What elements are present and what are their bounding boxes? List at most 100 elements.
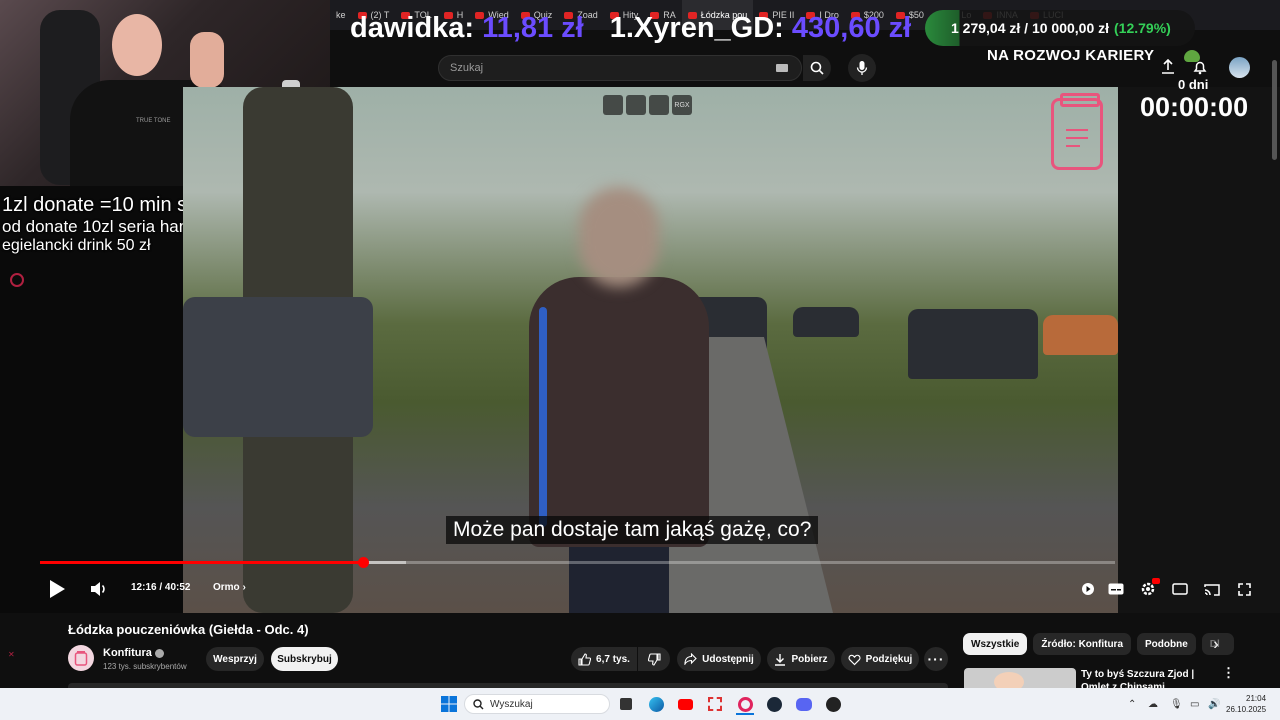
onedrive-icon[interactable]: ☁ — [1148, 699, 1158, 710]
channel-name[interactable]: Konfitura — [103, 647, 164, 659]
steam-icon[interactable] — [765, 695, 783, 713]
browser-tab[interactable]: ke — [330, 0, 352, 30]
more-icon: ··· — [927, 651, 945, 667]
chip-similar[interactable]: Podobne — [1137, 633, 1196, 655]
pepe-emote — [1184, 50, 1200, 62]
goal-text: 1 279,04 zł / 10 000,00 zł — [951, 20, 1110, 36]
parked-car — [908, 309, 1038, 379]
chevron-right-icon[interactable]: › — [1208, 636, 1224, 653]
cast-button[interactable] — [1203, 581, 1221, 597]
shirt-print: TRUE TONE — [136, 118, 171, 124]
clock-time: 21:04 — [1246, 694, 1267, 703]
video-progress-bar[interactable] — [40, 557, 1115, 568]
cast-icon — [1204, 583, 1220, 596]
settings-icon[interactable] — [10, 273, 24, 287]
subscribe-label: Subskrybuj — [277, 653, 332, 665]
share-label: Udostępnij — [702, 653, 754, 665]
donor-name: dawidka: — [350, 11, 475, 44]
share-button[interactable]: Udostępnij — [677, 647, 761, 671]
taskbar-search[interactable]: Wyszukaj — [464, 694, 610, 714]
chip-source[interactable]: Źródło: Konfitura — [1033, 633, 1132, 655]
scrollbar[interactable] — [1272, 60, 1277, 160]
parked-car — [793, 307, 859, 337]
thanks-button[interactable]: Podziękuj — [841, 647, 919, 671]
fullscreen-button[interactable] — [1236, 581, 1252, 597]
chip-all[interactable]: Wszystkie — [963, 633, 1028, 655]
mic-icon — [856, 61, 868, 75]
thumbs-up-icon — [578, 652, 592, 666]
donation-goal-bar: 1 279,04 zł / 10 000,00 zł (12.79%) — [925, 10, 1195, 46]
subscribe-button[interactable]: Subskrybuj — [271, 647, 338, 671]
search-button[interactable] — [803, 55, 831, 81]
enter-icon[interactable] — [626, 95, 646, 115]
download-icon — [775, 653, 786, 666]
rgx-button[interactable]: RGX — [672, 95, 692, 115]
taskbar-clock[interactable]: 21:04 26.10.2025 — [1226, 693, 1266, 715]
edge-icon[interactable] — [647, 695, 665, 713]
tray-chevron-icon[interactable]: ⌃ — [1128, 699, 1136, 710]
goal-title: NA ROZWOJ KARIERY — [987, 47, 1155, 64]
recommended-thumbnail[interactable] — [964, 668, 1076, 690]
recommended-title[interactable]: Ty to byś Szczura Zjod | Omlet z Chipsam… — [1081, 668, 1219, 690]
donor-amount: 11,81 zł — [482, 11, 584, 44]
download-button[interactable]: Pobierz — [767, 647, 835, 671]
hd-badge — [1152, 578, 1160, 584]
miniplayer-icon[interactable] — [603, 95, 623, 115]
volume-icon — [91, 582, 105, 596]
scrubber-handle[interactable] — [357, 557, 369, 568]
volume-tray-icon[interactable]: 🔊 — [1208, 699, 1220, 710]
waving-hand — [190, 32, 224, 88]
join-button[interactable]: Wesprzyj — [206, 647, 264, 671]
left-mini-icon: ✕ — [8, 650, 15, 659]
search-placeholder: Szukaj — [450, 62, 484, 74]
subtitles-icon — [1108, 583, 1124, 595]
discord-icon[interactable] — [795, 695, 813, 713]
autoplay-icon — [1082, 583, 1094, 595]
dislike-button[interactable] — [638, 647, 670, 671]
avatar[interactable] — [1229, 57, 1250, 78]
upload-icon[interactable] — [1160, 59, 1176, 75]
taskbar-search-placeholder: Wyszukaj — [490, 698, 533, 710]
related-filter-chips: Wszystkie Źródło: Konfitura Podobne Dl — [963, 633, 1234, 655]
mic-tray-icon[interactable]: 🎙 — [1170, 699, 1183, 710]
search-icon — [810, 61, 824, 75]
keyboard-icon[interactable] — [776, 64, 788, 72]
verified-icon — [154, 648, 164, 658]
voice-search-button[interactable] — [848, 54, 876, 82]
join-label: Wesprzyj — [213, 653, 257, 665]
played-bar — [40, 561, 363, 564]
opera-icon[interactable] — [736, 695, 754, 715]
play-button[interactable] — [46, 578, 68, 600]
task-view-icon[interactable] — [617, 695, 635, 713]
jar-icon — [1051, 93, 1103, 170]
like-button[interactable]: 6,7 tys. — [571, 647, 637, 671]
thanks-label: Podziękuj — [865, 653, 913, 665]
volume-button[interactable] — [88, 578, 110, 600]
thanks-heart-icon — [848, 654, 861, 665]
video-time: 12:16 / 40:52 — [131, 582, 191, 593]
chapter-button[interactable]: Ormo › — [213, 582, 246, 593]
fullscreen-icon — [1237, 582, 1251, 596]
subtitles-button[interactable] — [1107, 581, 1125, 597]
channel-avatar[interactable] — [68, 645, 94, 671]
theater-mode-button[interactable] — [1171, 581, 1189, 597]
subscriber-count: 123 tys. subskrybentów — [103, 662, 187, 671]
youtube-app-icon[interactable] — [676, 695, 694, 713]
kebab-menu-icon[interactable]: ⋮ — [1222, 666, 1235, 679]
search-icon — [473, 698, 484, 709]
search-input[interactable]: Szukaj — [438, 55, 802, 81]
autoplay-toggle[interactable] — [1080, 581, 1096, 597]
network-icon[interactable]: ▭ — [1190, 699, 1199, 710]
play-icon — [50, 580, 65, 598]
streamer-head — [112, 14, 162, 76]
more-actions-button[interactable]: ··· — [924, 647, 948, 671]
snipping-tool-icon[interactable] — [706, 695, 724, 713]
channel-name-text: Konfitura — [103, 647, 152, 659]
video-subtitle: Może pan dostaje tam jakąś gażę, co? — [446, 516, 819, 544]
stream-timer: 00:00:00 — [1140, 92, 1249, 122]
obs-icon[interactable] — [824, 695, 842, 713]
donor-amount: 430,60 zł — [791, 11, 912, 44]
days-counter: 0 dni — [1178, 77, 1209, 92]
skip-icon[interactable] — [649, 95, 669, 115]
windows-start-icon[interactable] — [440, 695, 458, 713]
